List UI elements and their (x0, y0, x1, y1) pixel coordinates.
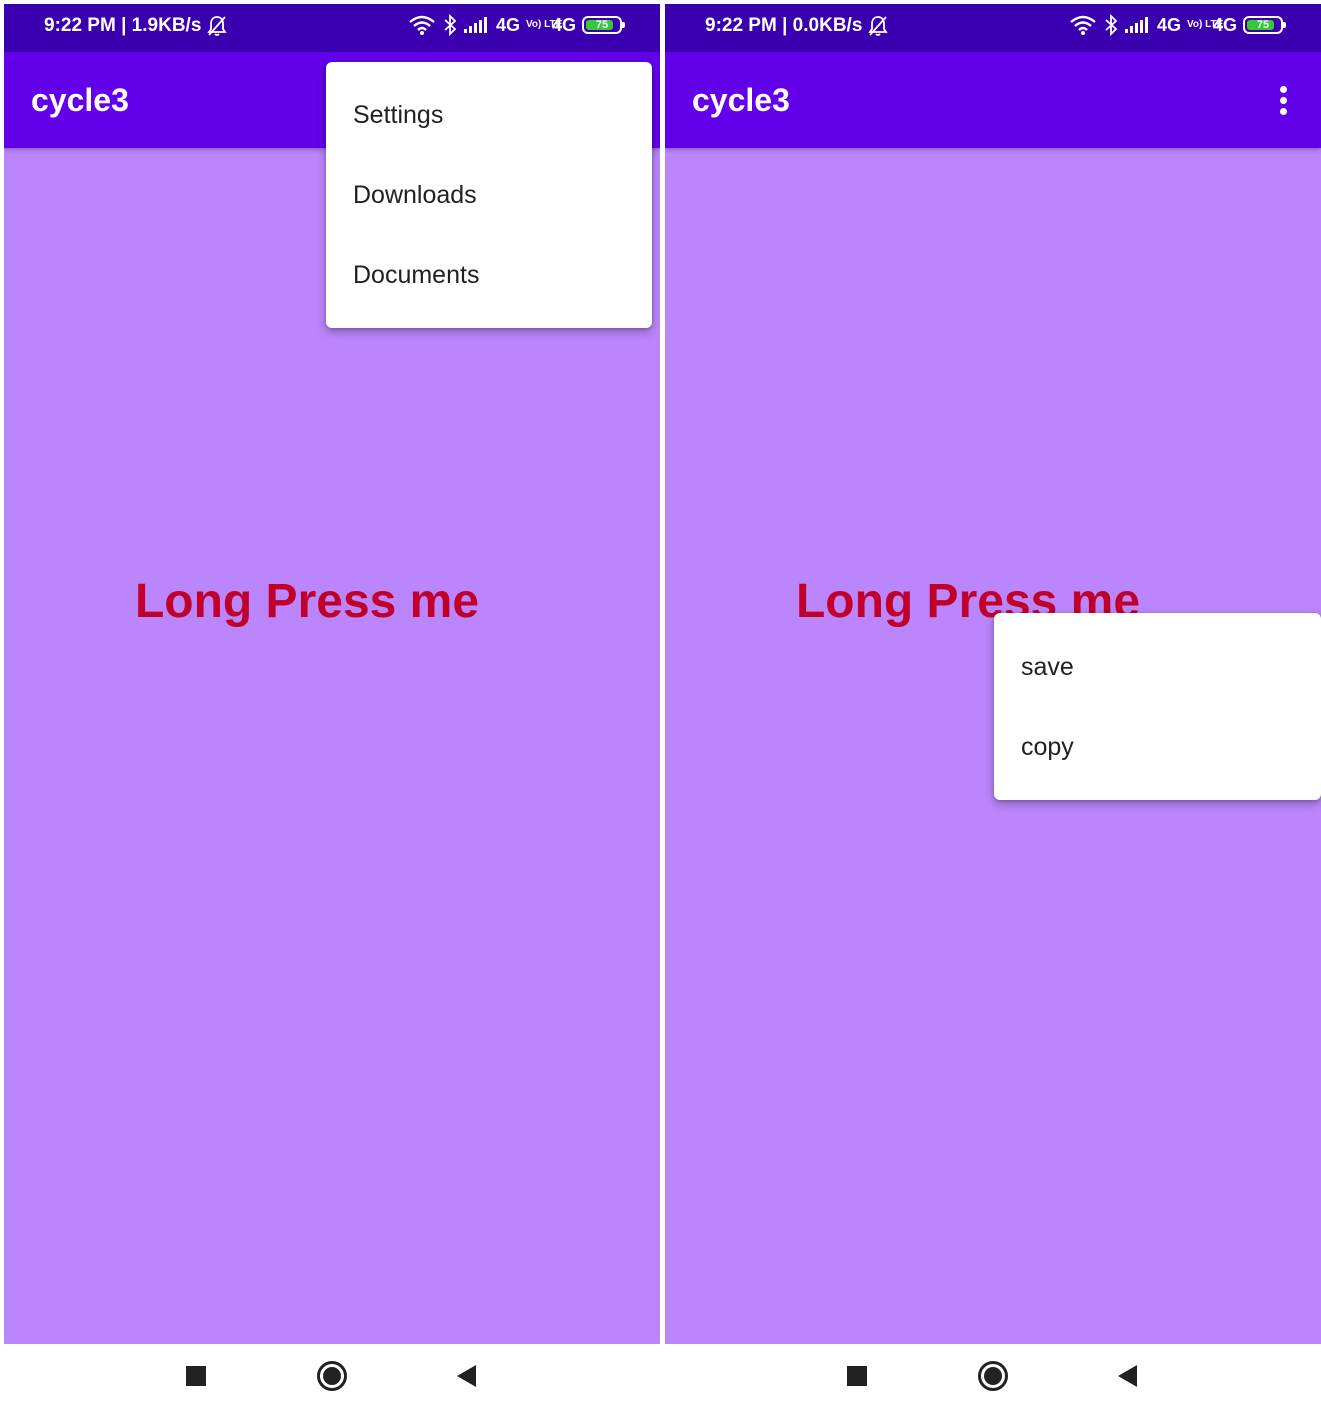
network-type-1: 4G (495, 14, 520, 35)
back-button[interactable] (446, 1356, 486, 1396)
app-title: cycle3 (31, 82, 129, 118)
menu-item-documents[interactable]: Documents (326, 235, 652, 315)
menu-item-downloads[interactable]: Downloads (326, 155, 652, 235)
back-button[interactable] (1107, 1356, 1147, 1396)
wifi-icon (1070, 15, 1096, 35)
menu-item-save[interactable]: save (994, 627, 1321, 707)
long-press-text[interactable]: Long Press me (4, 574, 610, 629)
battery-icon: 75 (582, 16, 625, 34)
app-title: cycle3 (692, 82, 790, 118)
network-type-1: 4G (1156, 14, 1181, 35)
wifi-icon (409, 15, 435, 35)
status-time-speed: 9:22 PM | 1.9KB/s (44, 15, 202, 36)
battery-icon: 75 (1243, 16, 1286, 34)
screen-options-menu: 9:22 PM | 1.9KB/s 4G Vo) LTE 4G 75 cycle… (4, 0, 660, 1401)
battery-level: 75 (1256, 18, 1270, 31)
more-vert-icon (1279, 85, 1287, 115)
bell-off-icon (868, 16, 889, 36)
home-icon (978, 1361, 1008, 1391)
signal-icon (463, 17, 487, 33)
menu-item-copy[interactable]: copy (994, 707, 1321, 787)
back-icon (456, 1365, 476, 1387)
screen-context-menu: 9:22 PM | 0.0KB/s 4G Vo) LTE 4G 75 cycle… (665, 0, 1321, 1401)
status-time-speed: 9:22 PM | 0.0KB/s (705, 15, 863, 36)
battery-level: 75 (595, 18, 609, 31)
home-button[interactable] (312, 1356, 352, 1396)
status-bar: 9:22 PM | 0.0KB/s 4G Vo) LTE 4G 75 (665, 4, 1321, 52)
recent-apps-button[interactable] (176, 1356, 216, 1396)
volte-badge: Vo) LTE (525, 19, 563, 30)
bluetooth-icon (1105, 14, 1118, 36)
navigation-bar (4, 1344, 660, 1401)
bluetooth-icon (444, 14, 457, 36)
context-menu: save copy (994, 613, 1321, 800)
home-button[interactable] (973, 1356, 1013, 1396)
options-menu: Settings Downloads Documents (326, 62, 652, 328)
signal-icon (1124, 17, 1148, 33)
status-bar: 9:22 PM | 1.9KB/s 4G Vo) LTE 4G 75 (4, 4, 660, 52)
recent-apps-icon (847, 1366, 867, 1386)
home-icon (317, 1361, 347, 1391)
comparison-stage: 9:22 PM | 1.9KB/s 4G Vo) LTE 4G 75 cycle… (0, 0, 1321, 1401)
menu-item-settings[interactable]: Settings (326, 75, 652, 155)
bell-off-icon (207, 16, 228, 36)
volte-badge: Vo) LTE (1186, 19, 1224, 30)
network-type-2: 4G (1212, 14, 1237, 35)
back-icon (1117, 1365, 1137, 1387)
app-bar: cycle3 (665, 52, 1321, 148)
recent-apps-button[interactable] (837, 1356, 877, 1396)
network-type-2: 4G (551, 14, 576, 35)
navigation-bar (665, 1344, 1321, 1401)
recent-apps-icon (186, 1366, 206, 1386)
overflow-menu-button[interactable] (1259, 76, 1307, 124)
